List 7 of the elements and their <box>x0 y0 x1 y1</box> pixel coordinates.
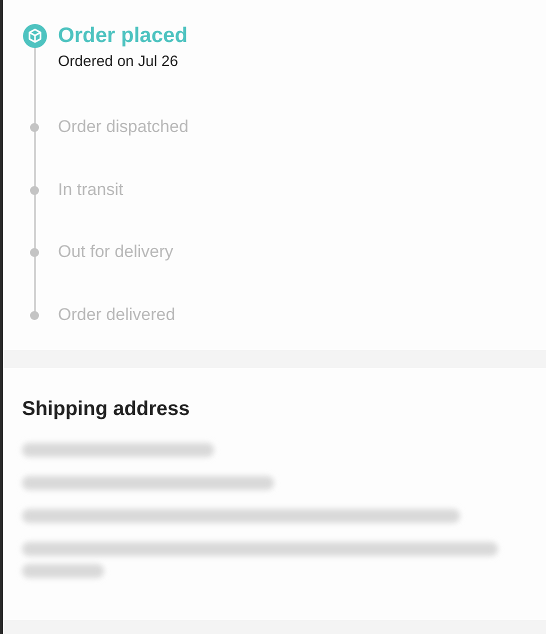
step-label: Out for delivery <box>58 242 174 262</box>
step-label: In transit <box>58 180 124 200</box>
step-detail: Ordered on Jul 26 <box>58 53 180 70</box>
step-label: Order delivered <box>58 304 176 324</box>
section-title: Shipping address <box>22 398 191 421</box>
step-label: Order dispatched <box>58 117 188 137</box>
step-label: Order placed <box>58 23 188 49</box>
